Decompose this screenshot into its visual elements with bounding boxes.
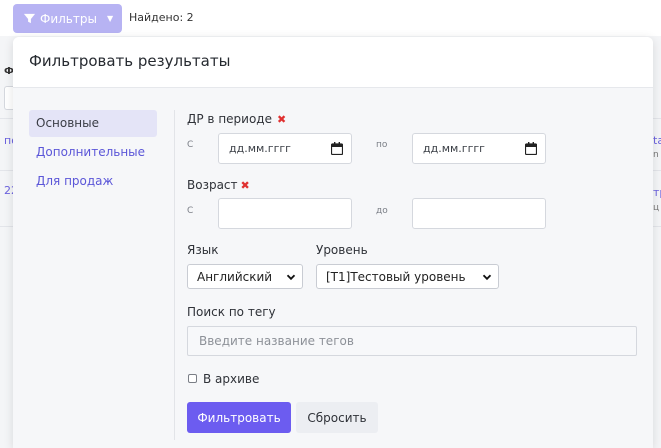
- birthday-from-placeholder: дд.мм.гггг: [229, 142, 291, 155]
- filter-sidebar: Основные Дополнительные Для продаж: [29, 110, 157, 197]
- birthday-to-label: по: [376, 140, 388, 150]
- tag-search-label: Поиск по тегу: [187, 305, 276, 319]
- tag-search-placeholder: Введите название тегов: [199, 334, 354, 348]
- birthday-from-input[interactable]: дд.мм.гггг: [218, 133, 352, 164]
- sidebar-item-main[interactable]: Основные: [29, 110, 157, 137]
- popup-header: Фильтровать результаты: [13, 37, 653, 88]
- level-selected: [T1]Тестовый уровень: [326, 269, 466, 284]
- bg-input-fragment: [4, 86, 13, 110]
- birthday-filter-label: ДР в периоде ✖: [187, 112, 286, 126]
- level-label: Уровень: [316, 243, 368, 257]
- level-select[interactable]: [T1]Тестовый уровень: [316, 264, 499, 289]
- results-count: Найдено: 2: [129, 11, 194, 24]
- age-to-label: до: [376, 206, 388, 216]
- apply-filter-button[interactable]: Фильтровать: [187, 402, 291, 433]
- popup-title: Фильтровать результаты: [29, 52, 231, 70]
- tag-search-input[interactable]: Введите название тегов: [187, 326, 637, 356]
- bg-link-fragment[interactable]: ta: [653, 134, 661, 147]
- chevron-down-icon: [286, 274, 296, 281]
- bg-link-fragment[interactable]: тр: [653, 186, 661, 199]
- language-selected: Английский: [197, 269, 273, 284]
- language-label: Язык: [187, 243, 219, 257]
- age-to-input[interactable]: [412, 198, 546, 229]
- top-toolbar: Фильтры ▼ Найдено: 2: [0, 0, 661, 36]
- funnel-icon: [23, 13, 36, 24]
- section-divider: [174, 110, 175, 440]
- age-filter-label: Возраст ✖: [187, 178, 250, 192]
- caret-down-icon: ▼: [106, 14, 114, 23]
- clear-age-icon[interactable]: ✖: [241, 179, 250, 192]
- reset-button[interactable]: Сбросить: [296, 402, 378, 433]
- bg-text-fragment: ц: [653, 203, 660, 213]
- age-label-text: Возраст: [187, 178, 238, 192]
- archive-label: В архиве: [203, 372, 260, 386]
- age-from-input[interactable]: [218, 198, 352, 229]
- calendar-icon[interactable]: [525, 142, 537, 155]
- bg-text-fragment: n: [653, 150, 659, 160]
- calendar-icon[interactable]: [331, 142, 343, 155]
- archive-checkbox[interactable]: [188, 374, 197, 383]
- chevron-down-icon: [482, 274, 492, 281]
- birthday-to-placeholder: дд.мм.гггг: [423, 142, 485, 155]
- birthday-from-label: С: [187, 140, 194, 150]
- filter-popup: Фильтровать результаты Основные Дополнит…: [13, 37, 653, 448]
- age-from-label: С: [187, 206, 194, 216]
- filters-button-label: Фильтры: [40, 11, 97, 26]
- filters-button[interactable]: Фильтры ▼: [13, 4, 122, 33]
- birthday-label-text: ДР в периоде: [187, 112, 272, 126]
- clear-birthday-icon[interactable]: ✖: [277, 113, 286, 126]
- language-select[interactable]: Английский: [187, 264, 303, 289]
- sidebar-item-additional[interactable]: Дополнительные: [29, 139, 157, 166]
- birthday-to-input[interactable]: дд.мм.гггг: [412, 133, 546, 164]
- sidebar-item-sales[interactable]: Для продаж: [29, 168, 157, 195]
